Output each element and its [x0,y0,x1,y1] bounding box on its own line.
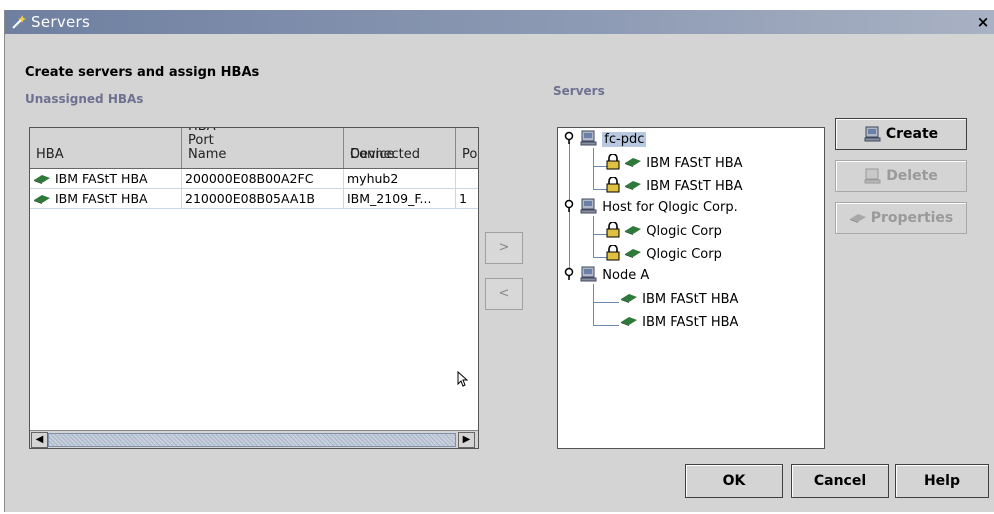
hba-card-icon [625,158,642,167]
cell-device: IBM_2109_F... [344,189,456,208]
scroll-left-arrow-icon[interactable]: ◀ [31,432,48,448]
server-icon [580,266,597,282]
tree-item-hba[interactable]: IBM FAStT HBA [620,313,738,333]
lock-icon [606,153,620,170]
server-icon [580,198,597,214]
column-header-connected-device[interactable]: Connected Device [344,128,456,168]
tree-connector [593,257,607,258]
tree-expand-handle-icon[interactable] [562,131,576,145]
tree-item-hba[interactable]: Qlogic Corp [606,221,722,242]
tree-connector [593,148,594,190]
cell-device: myhub2 [344,169,456,188]
create-button[interactable]: Create [835,118,967,150]
table-row[interactable]: IBM FAStT HBA 200000E08B00A2FC myhub2 [30,169,478,189]
cell-hba: IBM FAStT HBA [30,189,182,208]
tree-connector [593,216,594,258]
help-button[interactable]: Help [895,464,989,498]
mouse-cursor-icon [457,371,469,387]
unassigned-hbas-label: Unassigned HBAs [25,92,144,106]
table-header: HBA HBA Port Name ConnectedDevice Po [30,128,478,169]
tree-item-hba[interactable]: IBM FAStT HBA [606,176,743,197]
tree-connector [593,284,594,326]
server-name: Host for Qlogic Corp. [602,200,738,215]
tree-expand-handle-icon[interactable] [562,267,576,281]
unassign-hba-button[interactable]: < [485,278,523,310]
hba-card-icon [621,317,637,326]
servers-label: Servers [553,84,605,98]
cell-hba: IBM FAStT HBA [30,169,182,188]
tree-connector [593,302,619,303]
cell-port-name: 210000E08B05AA1B [182,189,344,208]
column-header-po[interactable]: Po [456,128,478,168]
tree-connector [593,234,607,235]
server-icon [580,130,597,146]
horizontal-scrollbar[interactable]: ◀ ▶ [30,430,478,448]
tree-connector [593,166,607,167]
column-header-hba[interactable]: HBA [30,128,182,168]
close-button[interactable]: × [975,14,991,30]
assign-hba-button[interactable]: > [485,232,523,264]
servers-tree[interactable]: fc-pdc IBM FAStT HBA IBM FAStT HBA Host … [557,127,825,449]
hba-card-icon [34,175,50,184]
tree-connector [593,189,607,190]
ok-button[interactable]: OK [685,464,783,498]
tree-item-hba[interactable]: IBM FAStT HBA [620,290,738,310]
title-bar[interactable]: Servers × [5,10,994,34]
dialog-heading: Create servers and assign HBAs [25,65,260,80]
hba-card-icon [849,214,866,223]
tree-connector [593,325,619,326]
tree-item-server[interactable]: Node A [562,266,649,286]
tree-item-hba[interactable]: IBM FAStT HBA [606,153,743,174]
column-header-port-name[interactable]: HBA Port Name [182,128,344,168]
hba-card-icon [625,226,642,235]
hba-card-icon [625,181,642,190]
scrollbar-thumb[interactable] [48,433,456,447]
server-name: Node A [602,268,650,283]
create-server-icon [864,126,881,142]
servers-dialog: Servers × Create servers and assign HBAs… [4,10,994,512]
tree-item-server[interactable]: fc-pdc [562,130,647,150]
lock-icon [606,244,620,261]
tree-item-hba[interactable]: Qlogic Corp [606,244,722,265]
lock-icon [606,176,620,193]
server-name: fc-pdc [602,132,647,147]
hba-card-icon [625,249,642,258]
cell-port-name: 200000E08B00A2FC [182,169,344,188]
delete-server-icon [864,168,881,184]
unassigned-hbas-table[interactable]: HBA HBA Port Name ConnectedDevice Po IBM… [29,127,479,449]
hba-card-icon [621,294,637,303]
hba-card-icon [34,195,50,204]
cell-po: 1 [459,191,467,206]
cancel-button[interactable]: Cancel [791,464,889,498]
scroll-right-arrow-icon[interactable]: ▶ [458,432,475,448]
cell-po [456,169,478,188]
properties-button[interactable]: Properties [835,202,967,234]
window-title: Servers [31,13,91,31]
tree-item-server[interactable]: Host for Qlogic Corp. [562,198,738,218]
delete-button[interactable]: Delete [835,160,967,192]
wand-icon [12,15,26,29]
tree-expand-handle-icon[interactable] [562,199,576,213]
lock-icon [606,221,620,238]
table-row[interactable]: IBM FAStT HBA 210000E08B05AA1B IBM_2109_… [30,189,478,209]
